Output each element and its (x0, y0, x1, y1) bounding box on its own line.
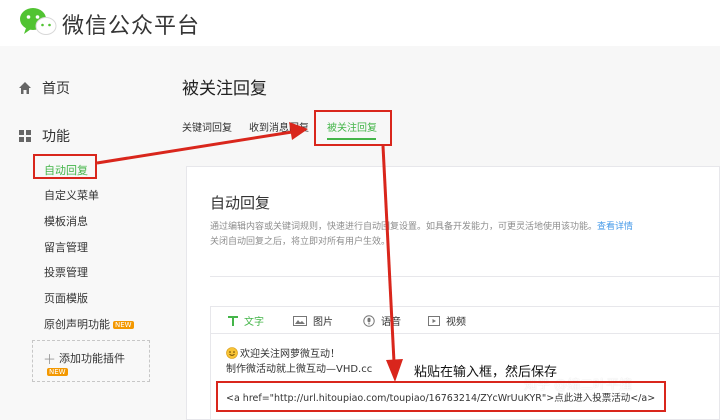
view-details-link[interactable]: 查看详情 (597, 222, 633, 232)
plus-icon: ＋ (43, 353, 57, 368)
new-badge: NEW (113, 321, 134, 329)
sidebar-item-home[interactable]: 首页 (18, 78, 70, 98)
sidebar-item-comment-manage[interactable]: 留言管理 (44, 239, 88, 255)
sidebar-home-label: 首页 (42, 81, 70, 97)
panel-title: 自动回复 (210, 194, 271, 212)
editor-tab-text[interactable]: 文字 (228, 313, 264, 328)
sidebar-item-vote-manage[interactable]: 投票管理 (44, 264, 88, 280)
page-title: 被关注回复 (182, 79, 267, 99)
sidebar-section-functions: 功能 (18, 126, 70, 146)
image-icon (293, 315, 307, 326)
editor-tab-label: 文字 (244, 317, 264, 328)
sidebar-item-label: 原创声明功能 (44, 318, 110, 331)
video-icon (428, 315, 440, 326)
panel-note: 关闭自动回复之后，将立即对所有用户生效。 (210, 237, 391, 247)
home-icon (19, 82, 31, 94)
reply-line-1-text: 欢迎关注网萝微互动！ (240, 349, 340, 360)
sidebar-item-page-template[interactable]: 页面模版 (44, 290, 88, 306)
active-tab-underline (327, 138, 376, 140)
editor-tab-video[interactable]: 视频 (428, 313, 466, 328)
add-plugin-button[interactable]: ＋ 添加功能插件 NEW (32, 340, 150, 382)
editor-tab-label: 视频 (446, 317, 466, 328)
new-badge: NEW (47, 368, 68, 376)
wechat-logo-icon (20, 8, 57, 35)
sidebar-item-auto-reply[interactable]: 自动回复 (44, 162, 88, 178)
editor-tab-label: 图片 (313, 317, 333, 328)
grid-icon (19, 130, 31, 142)
tab-message-reply[interactable]: 收到消息回复 (249, 119, 309, 134)
editor-tab-label: 语音 (381, 317, 401, 328)
voice-icon (363, 314, 375, 327)
reply-line-2: 制作微活动就上微互动—VHD.cc (226, 364, 373, 375)
sidebar-item-template-message[interactable]: 模板消息 (44, 213, 88, 229)
sidebar-item-custom-menu[interactable]: 自定义菜单 (44, 187, 99, 203)
panel-description: 通过编辑内容或关键词规则，快速进行自动回复设置。如具备开发能力，可更灵活地使用该… (210, 219, 633, 232)
tab-keyword-reply[interactable]: 关键词回复 (182, 119, 232, 134)
watermark: 知乎 @编二叶平撞 (524, 378, 633, 393)
add-plugin-label: 添加功能插件 (59, 352, 125, 365)
editor-tab-image[interactable]: 图片 (293, 313, 333, 328)
top-bar: 微信公众平台 (0, 0, 720, 47)
reply-line-1: 欢迎关注网萝微互动！ (226, 345, 340, 360)
sidebar-item-original-declaration[interactable]: 原创声明功能 NEW (44, 316, 134, 332)
tab-follow-reply[interactable]: 被关注回复 (327, 119, 377, 134)
smile-emoji-icon (226, 346, 238, 359)
text-icon (228, 316, 238, 326)
brand-title[interactable]: 微信公众平台 (62, 8, 200, 40)
sidebar-functions-label: 功能 (42, 129, 70, 145)
description-text: 通过编辑内容或关键词规则，快速进行自动回复设置。如具备开发能力，可更灵活地使用该… (210, 222, 598, 232)
editor-tab-voice[interactable]: 语音 (363, 313, 401, 328)
divider (210, 276, 720, 277)
